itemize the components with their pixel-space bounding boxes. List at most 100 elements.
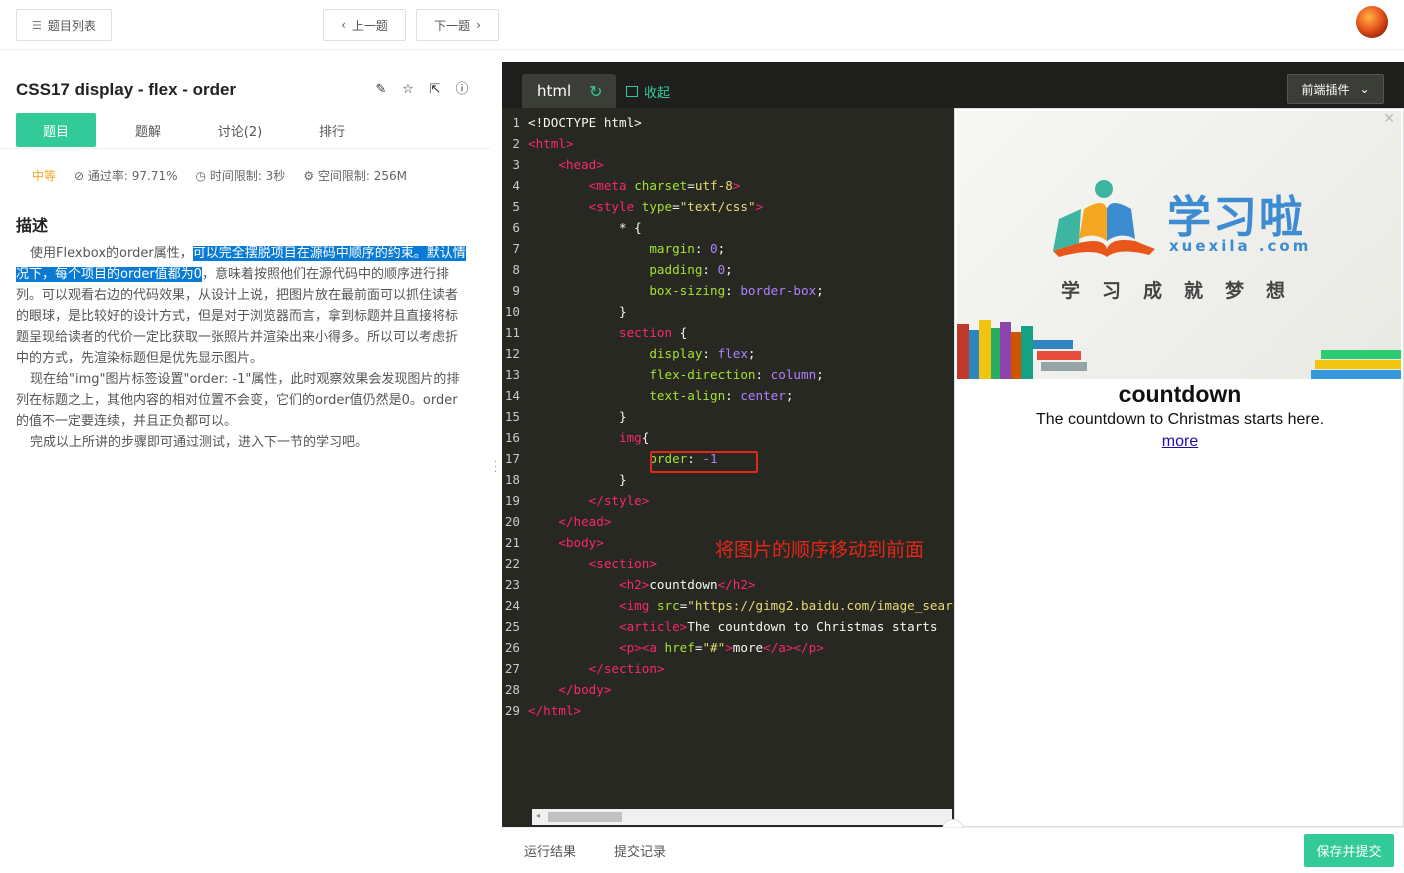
chip-icon: ⚙ xyxy=(303,169,318,183)
slogan: 学习成就梦想 xyxy=(1061,280,1308,302)
preview-image: 学习啦 xuexila .com 学习成就梦想 xyxy=(957,111,1401,379)
panel-resize-handle[interactable]: · · · xyxy=(494,458,497,478)
share-icon[interactable]: ⇱ xyxy=(428,83,442,97)
chevron-left-icon: ‹ xyxy=(341,18,346,32)
logo-icon xyxy=(1053,180,1155,257)
editor-area: html ↻ 收起 前端插件 ⌄ 1 <!DOCTYPE html> 2 <html… xyxy=(502,62,1404,841)
description-heading: 描述 xyxy=(16,216,49,235)
chevron-right-icon: › xyxy=(476,18,481,32)
edit-icon[interactable]: ✎ xyxy=(374,83,388,97)
code-line: 1 <!DOCTYPE html> xyxy=(512,115,642,130)
code-line: 16 img{ xyxy=(504,430,650,445)
description-paragraph: 现在给"img"图片标签设置"order: -1"属性，此时观察效果会发现图片的… xyxy=(16,372,460,429)
code-line: 23 <h2>countdown</h2> xyxy=(504,577,756,592)
plugin-label: 前端插件 xyxy=(1301,82,1350,97)
collapse-button[interactable]: 收起 xyxy=(626,82,670,101)
check-circle-icon: ⊘ xyxy=(74,169,88,183)
plugin-dropdown[interactable]: 前端插件 ⌄ xyxy=(1287,74,1384,104)
tab-html[interactable]: html ↻ xyxy=(522,74,616,108)
logo-chinese: 学习啦 xyxy=(1167,192,1305,243)
horizontal-scrollbar[interactable]: ◂ ▸ xyxy=(532,809,960,825)
tab-question[interactable]: 题目 xyxy=(16,113,96,147)
refresh-icon[interactable]: ↻ xyxy=(589,82,602,101)
question-tabs: 题目 题解 讨论(2) 排行 xyxy=(16,113,384,147)
code-line: 20 </head> xyxy=(504,514,612,529)
preview-heading: countdown xyxy=(1118,381,1242,407)
star-icon[interactable]: ☆ xyxy=(401,83,415,97)
next-question-label: 下一题 xyxy=(434,18,471,33)
code-line: 3 <head> xyxy=(512,157,604,172)
code-line: 2 <html> xyxy=(512,136,574,151)
code-line: 26 <p><a href="#">more</a></p> xyxy=(504,640,824,655)
annotation-text: 将图片的顺序移动到前面 xyxy=(715,539,925,561)
description-paragraph: 完成以上所讲的步骤即可通过测试，进入下一节的学习吧。 xyxy=(30,435,369,450)
space-limit: ⚙ 空间限制: 256M xyxy=(303,167,407,184)
description-body: 使用Flexbox的order属性，可以完全摆脱项目在源码中顺序的约束。默认情况… xyxy=(16,243,468,453)
code-line: 10 } xyxy=(504,304,627,319)
tab-run-result[interactable]: 运行结果 xyxy=(524,841,576,860)
code-line: 5 <style type="text/css"> xyxy=(512,199,764,214)
code-line: 15 } xyxy=(504,409,627,424)
code-editor[interactable]: 1 <!DOCTYPE html> 2 <html> 3 <head> 4 <met… xyxy=(502,112,954,809)
difficulty-badge: 中等 xyxy=(32,169,57,183)
code-line: 9 box-sizing: border-box; xyxy=(512,283,824,298)
tab-solution[interactable]: 题解 xyxy=(108,113,188,147)
top-bar: ☰ 题目列表 ‹ 上一题 下一题 › xyxy=(0,0,1404,50)
question-meta: 中等 ⊘ 通过率: 97.71% ◷ 时间限制: 3秒 ⚙ 空间限制: 256M xyxy=(32,167,407,184)
code-line: 14 text-align: center; xyxy=(504,388,794,403)
preview-pane: 学习啦 xuexila .com 学习成就梦想 ✕ countdown The … xyxy=(954,108,1404,827)
books-illustration-right xyxy=(1311,350,1401,379)
tabs-divider xyxy=(0,148,490,149)
desc-text: 使用Flexbox的order属性， xyxy=(30,246,193,261)
clock-icon: ◷ xyxy=(195,169,210,183)
scroll-left-icon[interactable]: ◂ xyxy=(536,811,540,820)
description-paragraph: 使用Flexbox的order属性，可以完全摆脱项目在源码中顺序的约束。默认情况… xyxy=(16,243,468,369)
code-line: 24 <img src="https://gimg2.baidu.com/ima… xyxy=(504,598,954,613)
time-limit-text: 时间限制: 3秒 xyxy=(209,169,286,183)
code-line: 8 padding: 0; xyxy=(512,262,733,277)
next-question-button[interactable]: 下一题 › xyxy=(416,9,499,41)
code-line: 6 * { xyxy=(512,220,642,235)
code-line: 7 margin: 0; xyxy=(512,241,726,256)
collapse-label: 收起 xyxy=(644,86,671,101)
preview-article: The countdown to Christmas starts here. xyxy=(1035,411,1325,428)
tab-submit-record[interactable]: 提交记录 xyxy=(614,841,666,860)
list-icon: ☰ xyxy=(32,18,42,32)
question-list-label: 题目列表 xyxy=(47,18,96,33)
chevron-down-icon: ⌄ xyxy=(1359,82,1370,96)
code-line: 29 </html> xyxy=(504,703,582,718)
code-line: 13 flex-direction: column; xyxy=(504,367,824,382)
preview-more-link[interactable]: more xyxy=(955,433,1404,451)
bottom-bar: 运行结果 提交记录 保存并提交 xyxy=(502,827,1404,873)
code-line: 4 <meta charset=utf-8> xyxy=(512,178,741,193)
close-icon[interactable]: ✕ xyxy=(1383,111,1395,127)
space-limit-text: 空间限制: 256M xyxy=(317,169,408,183)
tab-ranking[interactable]: 排行 xyxy=(292,113,372,147)
pass-rate: ⊘ 通过率: 97.71% xyxy=(74,167,178,184)
pass-rate-text: 通过率: 97.71% xyxy=(87,169,178,183)
prev-question-button[interactable]: ‹ 上一题 xyxy=(323,9,406,41)
question-title: CSS17 display - flex - order xyxy=(16,80,237,99)
save-submit-button[interactable]: 保存并提交 xyxy=(1304,834,1394,867)
time-limit: ◷ 时间限制: 3秒 xyxy=(196,167,286,184)
code-line: 28 </body> xyxy=(504,682,612,697)
annotation-box xyxy=(650,451,758,473)
logo-english: xuexila .com xyxy=(1169,237,1312,255)
prev-question-label: 上一题 xyxy=(351,18,388,33)
code-line: 12 display: flex; xyxy=(504,346,756,361)
question-list-button[interactable]: ☰ 题目列表 xyxy=(16,9,112,41)
info-icon[interactable]: ⓘ xyxy=(455,83,469,97)
tab-discussion[interactable]: 讨论(2) xyxy=(200,113,280,147)
editor-header: html ↻ 收起 前端插件 ⌄ xyxy=(502,62,1404,108)
question-panel: CSS17 display - flex - order ✎ ☆ ⇱ ⓘ 题目 … xyxy=(0,62,490,873)
code-line: 19 </style> xyxy=(504,493,650,508)
code-line: 11 section { xyxy=(504,325,688,340)
avatar[interactable] xyxy=(1356,6,1388,38)
code-line: 27 </section> xyxy=(504,661,665,676)
code-line: 25 <article>The countdown to Christmas s… xyxy=(504,619,938,634)
file-tab-label: html xyxy=(537,82,572,100)
scrollbar-thumb[interactable] xyxy=(548,812,622,822)
question-actions: ✎ ☆ ⇱ ⓘ xyxy=(374,83,469,97)
books-illustration xyxy=(957,320,1087,379)
square-icon xyxy=(626,86,638,97)
